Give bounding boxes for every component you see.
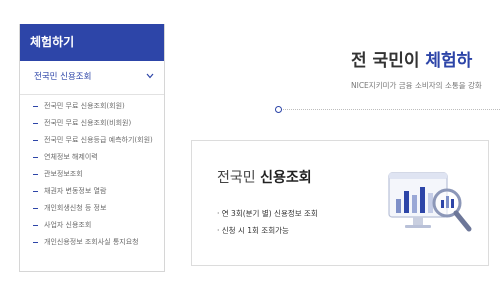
page-title-prefix: 전 국민이 <box>351 51 420 71</box>
sidebar-item-creditor-change[interactable]: 채권자 변동정보 열람 <box>20 187 164 196</box>
bullet-dash <box>33 106 38 107</box>
bullet-dash <box>33 208 38 209</box>
bullet-dash <box>33 242 38 243</box>
sidebar-item-rehabilitation-info[interactable]: 개인회생신청 등 정보 <box>20 204 164 213</box>
page-subtitle: NICE지키미가 금융 소비자의 소통을 강화 <box>351 81 482 90</box>
sidebar: 체험하기 전국민 신용조회 전국민 무료 신용조회(회원) 전국민 무료 신용조… <box>19 24 165 272</box>
sidebar-section-credit-inquiry[interactable]: 전국민 신용조회 <box>20 61 164 95</box>
sidebar-item-free-credit-member[interactable]: 전국민 무료 신용조회(회원) <box>20 102 164 111</box>
bullet-dash <box>33 174 38 175</box>
sidebar-header: 체험하기 <box>20 24 164 61</box>
sidebar-item-gazette-info[interactable]: 관보정보조회 <box>20 170 164 179</box>
card-title-prefix: 전국민 <box>217 170 256 186</box>
sidebar-item-label: 개인회생신청 등 정보 <box>44 204 107 212</box>
credit-inquiry-card: 전국민 신용조회 · 연 3회(분기 별) 신용정보 조회 · 신청 시 1회 … <box>191 140 489 266</box>
magnifier-chart-icon <box>388 172 472 232</box>
bullet-dash <box>33 157 38 158</box>
card-bullet: · 연 3회(분기 별) 신용정보 조회 <box>217 209 318 218</box>
sidebar-item-label: 사업자 신용조회 <box>44 221 92 229</box>
sidebar-item-credit-grade-forecast[interactable]: 전국민 무료 신용등급 예측하기(회원) <box>20 136 164 145</box>
bullet-dash <box>33 123 38 124</box>
page-title: 전 국민이 체험하 <box>351 46 472 71</box>
chevron-down-icon[interactable] <box>146 73 154 79</box>
timeline-line <box>276 109 500 111</box>
sidebar-item-inquiry-notification[interactable]: 개인신용정보 조회사실 통지요청 <box>20 238 164 247</box>
sidebar-item-label: 관보정보조회 <box>44 170 83 178</box>
sidebar-item-label: 전국민 무료 신용조회(비회원) <box>44 119 132 127</box>
sidebar-item-business-credit[interactable]: 사업자 신용조회 <box>20 221 164 230</box>
sidebar-section-label: 전국민 신용조회 <box>34 72 92 82</box>
bullet-dash <box>33 140 38 141</box>
page-title-accent: 체험하 <box>425 51 473 71</box>
sidebar-item-free-credit-nonmember[interactable]: 전국민 무료 신용조회(비회원) <box>20 119 164 128</box>
timeline-dot <box>275 106 282 113</box>
sidebar-submenu: 전국민 무료 신용조회(회원) 전국민 무료 신용조회(비회원) 전국민 무료 … <box>20 95 164 247</box>
sidebar-item-label: 전국민 무료 신용등급 예측하기(회원) <box>44 136 153 144</box>
sidebar-item-delinquency-history[interactable]: 연체정보 해제이력 <box>20 153 164 162</box>
sidebar-item-label: 채권자 변동정보 열람 <box>44 187 107 195</box>
bullet-dash <box>33 225 38 226</box>
card-bullet-list: · 연 3회(분기 별) 신용정보 조회 · 신청 시 1회 조회가능 <box>217 208 318 242</box>
sidebar-item-label: 개인신용정보 조회사실 통지요청 <box>44 238 139 246</box>
sidebar-item-label: 전국민 무료 신용조회(회원) <box>44 102 125 110</box>
card-bullet: · 신청 시 1회 조회가능 <box>217 226 289 235</box>
card-title: 전국민 신용조회 <box>217 167 312 187</box>
sidebar-item-label: 연체정보 해제이력 <box>44 153 98 161</box>
card-title-accent: 신용조회 <box>260 170 312 186</box>
bullet-dash <box>33 191 38 192</box>
